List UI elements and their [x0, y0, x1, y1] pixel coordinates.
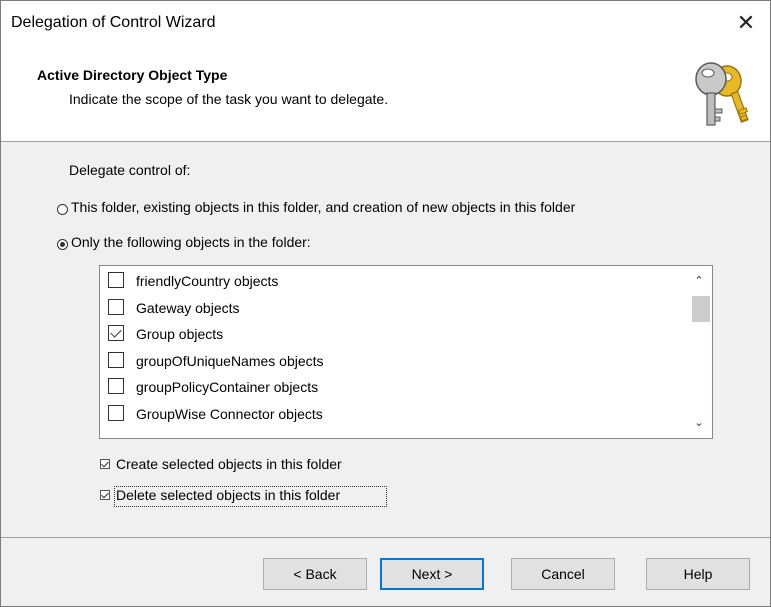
list-item-label: Group objects [136, 326, 224, 342]
delete-objects-checkbox[interactable] [100, 490, 110, 500]
list-item-checkbox[interactable] [108, 325, 124, 341]
list-item-checkbox[interactable] [108, 272, 124, 288]
scroll-thumb[interactable] [692, 296, 710, 322]
list-item-checkbox[interactable] [108, 298, 124, 315]
cancel-button[interactable]: Cancel [511, 558, 615, 590]
page-subtitle: Indicate the scope of the task you want … [69, 91, 389, 107]
list-item-label: Gateway objects [136, 299, 240, 316]
list-scrollbar[interactable]: ⌃ ⌄ [686, 266, 712, 438]
list-item-label: groupPolicyContainer objects [136, 379, 319, 395]
list-item-checkbox[interactable] [108, 404, 124, 421]
list-item-label: groupOfUniqueNames objects [136, 352, 324, 369]
window-title: Delegation of Control Wizard [11, 14, 216, 31]
page-title: Active Directory Object Type [37, 67, 228, 83]
create-objects-label[interactable]: Create selected objects in this folder [116, 456, 342, 472]
keys-icon [695, 62, 749, 126]
scroll-up-icon[interactable]: ⌃ [686, 270, 712, 292]
back-button[interactable]: < Back [263, 558, 367, 590]
title-bar: Delegation of Control Wizard ✕ [1, 1, 770, 47]
button-separator [1, 537, 770, 538]
create-objects-checkbox[interactable] [100, 459, 110, 469]
list-item-label: GroupWise Connector objects [136, 405, 323, 422]
radio-only-following-label[interactable]: Only the following objects in the folder… [71, 234, 311, 250]
radio-this-folder[interactable] [57, 204, 68, 215]
object-type-list[interactable]: friendlyCountry objects Gateway objects Gr… [99, 265, 713, 439]
wizard-window: Delegation of Control Wizard ✕ Active Di… [0, 0, 771, 607]
list-item-checkbox[interactable] [108, 351, 124, 368]
delete-objects-label[interactable]: Delete selected objects in this folder [116, 487, 340, 503]
list-item-checkbox[interactable] [108, 378, 124, 394]
radio-only-following[interactable] [57, 239, 68, 250]
radio-this-folder-label[interactable]: This folder, existing objects in this fo… [71, 199, 575, 215]
scroll-down-icon[interactable]: ⌄ [686, 412, 712, 434]
wizard-header: Active Directory Object Type Indicate th… [1, 47, 770, 142]
next-button[interactable]: Next > [380, 558, 484, 590]
delegate-label: Delegate control of: [69, 162, 191, 178]
help-button[interactable]: Help [646, 558, 750, 590]
close-icon[interactable]: ✕ [732, 9, 760, 37]
list-item-label: friendlyCountry objects [136, 273, 279, 289]
